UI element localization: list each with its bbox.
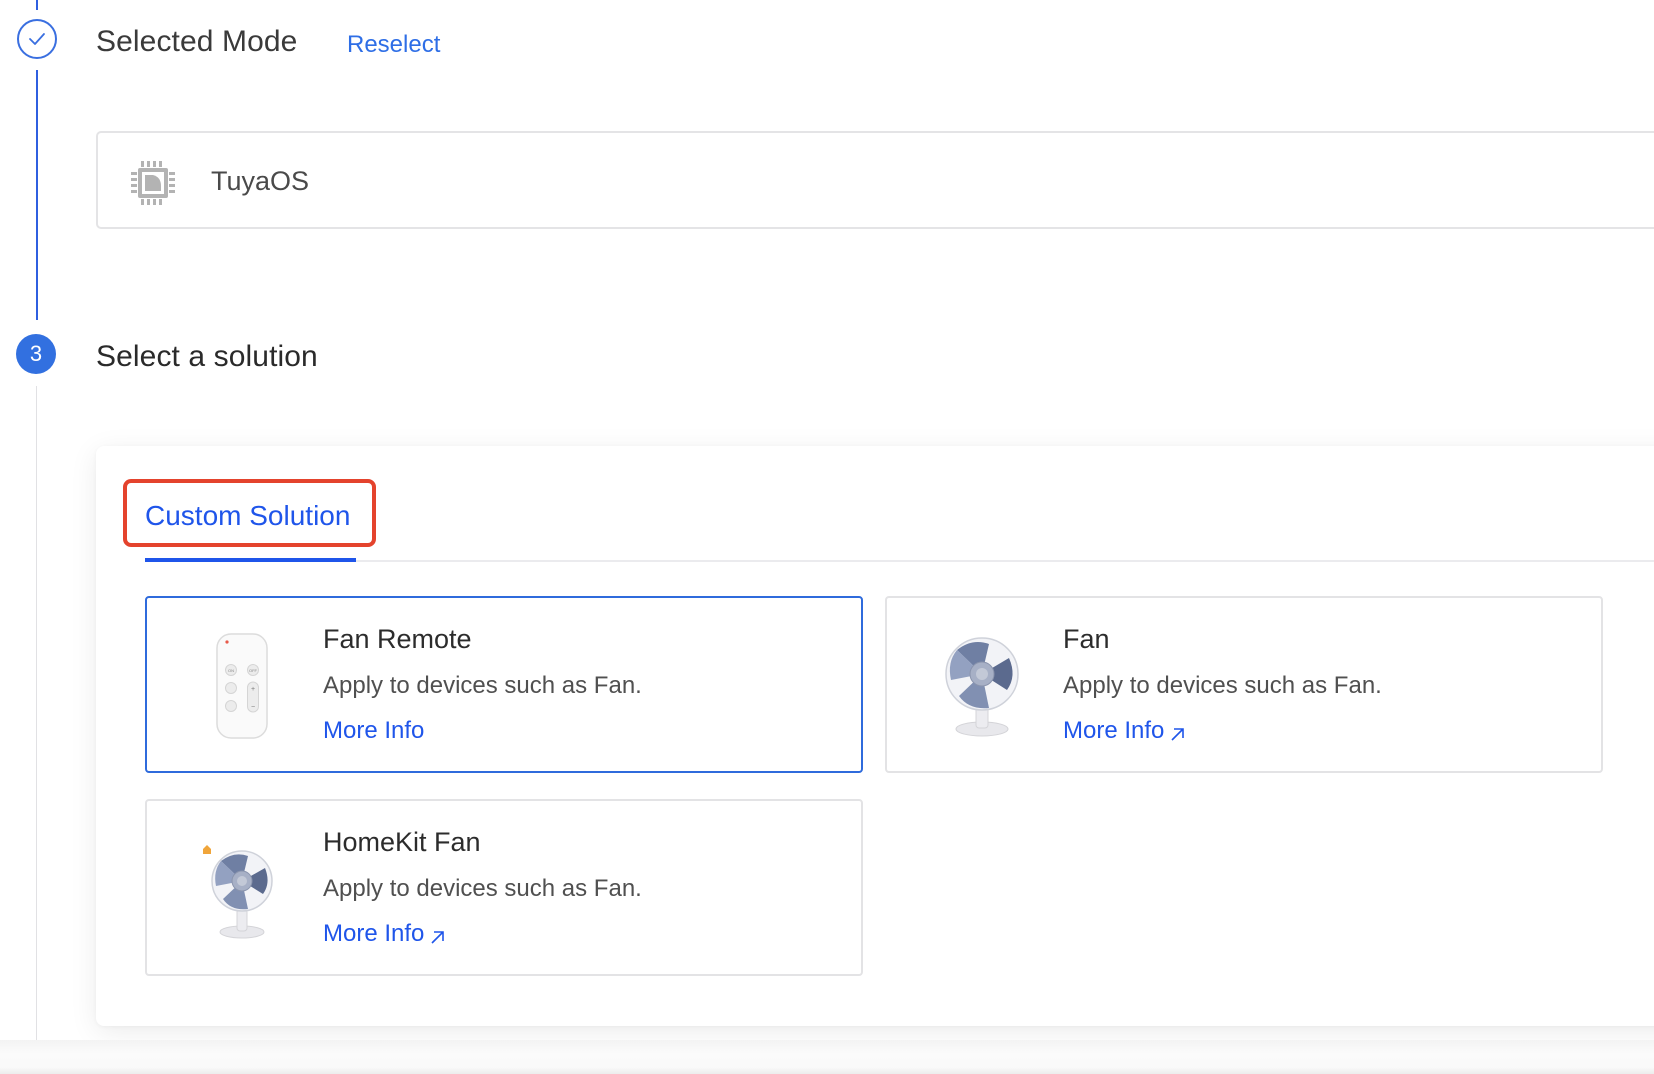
svg-text:−: − <box>251 704 255 711</box>
tab-bar-divider <box>145 560 1654 562</box>
more-info-link[interactable]: More Info <box>323 717 424 745</box>
more-info-label: More Info <box>1063 717 1165 744</box>
timeline-connector <box>36 0 38 10</box>
active-tab-indicator <box>145 558 356 562</box>
svg-text:OFF: OFF <box>249 668 258 673</box>
select-solution-title: Select a solution <box>96 340 318 373</box>
svg-text:ON: ON <box>228 668 234 673</box>
timeline-connector <box>36 386 37 1074</box>
solution-description: Apply to devices such as Fan. <box>323 672 642 699</box>
svg-text:+: + <box>251 686 255 693</box>
fan-image <box>937 632 1027 742</box>
chip-icon <box>128 158 178 208</box>
reselect-link[interactable]: Reselect <box>347 31 440 59</box>
annotation-highlight-box <box>123 479 376 547</box>
solution-title: HomeKit Fan <box>323 827 481 857</box>
homekit-fan-image <box>197 835 287 945</box>
selected-mode-title: Selected Mode <box>96 25 298 58</box>
more-info-link[interactable]: More Info <box>323 920 446 948</box>
solution-title: Fan <box>1063 624 1110 654</box>
step-completed-check-icon <box>17 19 57 59</box>
more-info-label: More Info <box>323 717 425 744</box>
solution-description: Apply to devices such as Fan. <box>323 875 642 902</box>
selected-mode-card: TuyaOS <box>96 131 1654 229</box>
solution-card-fan-remote[interactable]: ON OFF + − Fan Remote Apply to devices s… <box>145 596 863 773</box>
fan-remote-image: ON OFF + − <box>197 632 287 742</box>
solution-card-homekit-fan[interactable]: HomeKit Fan Apply to devices such as Fan… <box>145 799 863 976</box>
more-info-label: More Info <box>323 920 425 947</box>
solution-title: Fan Remote <box>323 624 472 654</box>
external-link-icon <box>428 925 446 944</box>
external-link-icon <box>1168 722 1186 741</box>
more-info-link[interactable]: More Info <box>1063 717 1186 745</box>
step-number-badge: 3 <box>16 334 56 374</box>
solution-description: Apply to devices such as Fan. <box>1063 672 1382 699</box>
selected-mode-label: TuyaOS <box>211 166 310 196</box>
page-footer-shadow <box>0 1040 1654 1074</box>
solution-card-fan[interactable]: Fan Apply to devices such as Fan. More I… <box>885 596 1603 773</box>
timeline-connector <box>36 70 38 320</box>
